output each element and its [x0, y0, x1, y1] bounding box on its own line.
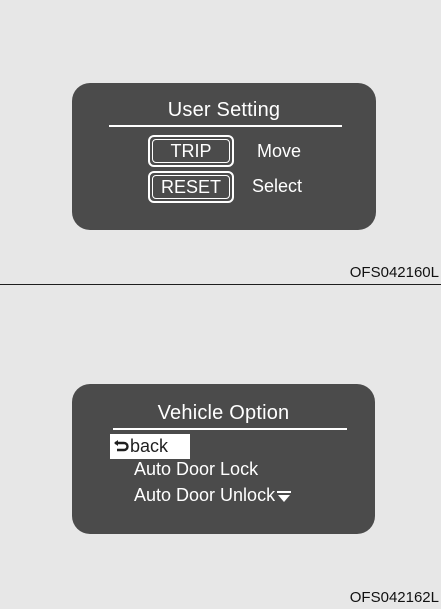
- screen-title: User Setting: [167, 99, 281, 121]
- title-underline: [113, 428, 347, 430]
- menu-item-auto-door-unlock: Auto Door Unlock: [134, 485, 292, 506]
- scroll-down-icon: [277, 491, 292, 502]
- cluster-display-user-setting: User Setting TRIP Move RESET Select: [72, 83, 376, 230]
- trip-key-label: TRIP: [152, 139, 230, 163]
- trip-key: TRIP: [148, 135, 234, 167]
- menu-item-label: back: [130, 436, 169, 456]
- section-divider: [0, 284, 441, 285]
- figure-code: OFS042162L: [349, 589, 439, 606]
- menu-item-back: back: [110, 434, 190, 459]
- menu-item-label: Auto Door Lock: [134, 459, 259, 479]
- back-arrow-icon: [114, 440, 129, 452]
- cluster-display-vehicle-option: Vehicle Option back Auto Door Lock Auto …: [72, 384, 375, 534]
- select-action-label: Select: [252, 176, 303, 196]
- title-underline: [109, 125, 342, 127]
- move-action-label: Move: [257, 141, 302, 161]
- figure-user-setting: User Setting TRIP Move RESET Select OFS0…: [0, 0, 441, 285]
- reset-key: RESET: [148, 171, 234, 203]
- reset-key-label: RESET: [152, 175, 230, 199]
- menu-item-auto-door-lock: Auto Door Lock: [134, 459, 258, 480]
- screen-title: Vehicle Option: [157, 402, 290, 424]
- menu-item-label: Auto Door Unlock: [134, 485, 276, 505]
- figure-code: OFS042160L: [349, 264, 439, 281]
